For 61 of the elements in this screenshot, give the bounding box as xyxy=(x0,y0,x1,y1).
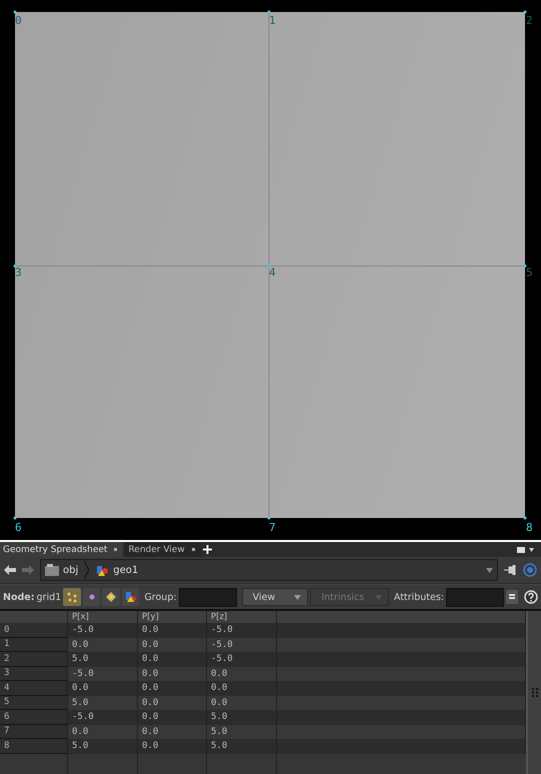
group-field[interactable] xyxy=(178,588,237,606)
pane-menu-icon[interactable] xyxy=(517,546,535,554)
node-name: grid1 xyxy=(36,592,62,602)
point-marker xyxy=(524,516,526,520)
dots-icon xyxy=(64,590,79,604)
row-header: 2 xyxy=(0,652,68,666)
close-icon[interactable] xyxy=(113,547,118,552)
view-dropdown[interactable]: View xyxy=(242,588,308,606)
close-icon[interactable] xyxy=(190,547,196,552)
folder-icon xyxy=(45,564,59,576)
panel-tab[interactable]: Render View xyxy=(125,542,201,557)
point-marker xyxy=(268,264,270,268)
detail-mode-button[interactable] xyxy=(122,588,140,606)
row-header: 5 xyxy=(0,696,68,710)
shapes-icon xyxy=(124,590,138,604)
add-tab-icon[interactable] xyxy=(202,545,212,554)
point-marker xyxy=(524,10,526,14)
grip-icon[interactable] xyxy=(532,688,538,697)
pin-icon[interactable] xyxy=(504,565,517,575)
path-crumb[interactable]: obj xyxy=(43,564,80,576)
shapes-icon xyxy=(95,564,110,576)
point-marker xyxy=(524,264,526,268)
row-header: 7 xyxy=(0,724,68,739)
row-header: 4 xyxy=(0,681,68,696)
caret-icon[interactable] xyxy=(486,568,493,572)
primitives-mode-button[interactable] xyxy=(102,588,120,606)
back-icon[interactable] xyxy=(4,565,16,575)
menu-icon[interactable] xyxy=(506,590,518,604)
point-marker xyxy=(14,10,16,14)
scrollbar[interactable] xyxy=(526,611,541,774)
points-mode-button[interactable] xyxy=(63,588,81,606)
diamond-icon xyxy=(104,590,118,604)
attributes-label: Attributes: xyxy=(394,592,444,602)
help-icon[interactable] xyxy=(524,590,538,604)
row-header: 0 xyxy=(0,623,68,638)
row-header: 6 xyxy=(0,710,68,724)
point-marker xyxy=(14,264,16,268)
point-marker xyxy=(14,516,16,520)
panel-tab[interactable]: Geometry Spreadsheet xyxy=(0,542,124,557)
group-label: Group: xyxy=(144,592,177,602)
point-marker xyxy=(268,10,270,14)
point-label: 5 xyxy=(526,266,533,279)
caret-icon xyxy=(374,594,382,600)
point-label: 8 xyxy=(526,521,533,534)
attributes-field[interactable] xyxy=(446,588,504,606)
point-label: 3 xyxy=(15,266,22,279)
row-header: 1 xyxy=(0,638,68,652)
row-header: 8 xyxy=(0,739,68,754)
vertices-mode-button[interactable] xyxy=(82,588,100,606)
point-label: 7 xyxy=(269,521,276,534)
point-label: 0 xyxy=(15,14,22,27)
caret-icon xyxy=(294,594,302,600)
point-label: 4 xyxy=(269,266,276,279)
target-icon[interactable] xyxy=(523,563,537,577)
node-label: Node: xyxy=(3,592,35,602)
point-marker xyxy=(268,516,270,520)
point-label: 6 xyxy=(15,521,22,534)
path-crumb[interactable]: geo1 xyxy=(93,564,140,576)
point-label: 2 xyxy=(526,14,533,27)
point-label: 1 xyxy=(269,14,276,27)
row-header: 3 xyxy=(0,666,68,681)
